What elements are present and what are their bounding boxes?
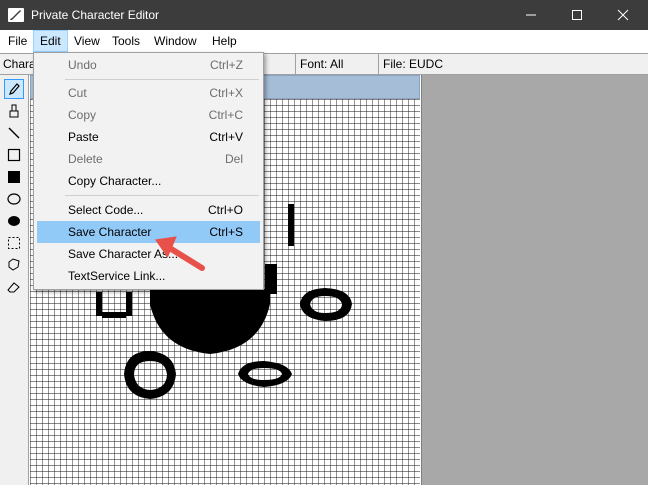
filled-rectangle-icon xyxy=(8,171,20,183)
menu-item-save-character-shortcut: Ctrl+S xyxy=(209,225,243,239)
menu-item-delete-shortcut: Del xyxy=(224,152,243,166)
maximize-button[interactable] xyxy=(554,0,600,30)
filled-rectangle-tool[interactable] xyxy=(4,167,24,187)
hollow-ellipse-icon xyxy=(7,193,21,205)
menu-tools[interactable]: Tools xyxy=(106,30,146,52)
menu-item-paste[interactable]: Paste Ctrl+V xyxy=(37,126,260,148)
character-code-label: Chara xyxy=(3,57,36,71)
menu-item-delete-label: Delete xyxy=(68,152,103,166)
close-button[interactable] xyxy=(600,0,646,30)
menu-item-select-code[interactable]: Select Code... Ctrl+O xyxy=(37,199,260,221)
filled-ellipse-tool[interactable] xyxy=(4,211,24,231)
freeform-selection-icon xyxy=(8,258,20,271)
pencil-tool[interactable] xyxy=(4,79,24,99)
menu-item-cut-label: Cut xyxy=(68,86,87,100)
menu-item-save-character-label: Save Character xyxy=(68,225,152,239)
eraser-tool[interactable] xyxy=(4,277,24,297)
menu-item-delete[interactable]: Delete Del xyxy=(37,148,260,170)
rectangular-selection-icon xyxy=(8,237,20,249)
menu-item-save-character[interactable]: Save Character Ctrl+S xyxy=(37,221,260,243)
menu-item-undo[interactable]: Undo Ctrl+Z xyxy=(37,54,260,76)
menu-item-paste-label: Paste xyxy=(68,130,99,144)
menu-item-copy-shortcut: Ctrl+C xyxy=(208,108,243,122)
window-title: Private Character Editor xyxy=(31,8,160,22)
hollow-ellipse-tool[interactable] xyxy=(4,189,24,209)
menu-item-cut[interactable]: Cut Ctrl+X xyxy=(37,82,260,104)
menu-item-undo-shortcut: Ctrl+Z xyxy=(210,58,243,72)
menu-item-paste-shortcut: Ctrl+V xyxy=(209,130,243,144)
menu-item-select-code-label: Select Code... xyxy=(68,203,144,217)
brush-icon xyxy=(9,104,19,118)
menu-item-copy[interactable]: Copy Ctrl+C xyxy=(37,104,260,126)
filled-ellipse-icon xyxy=(8,216,20,226)
menu-help[interactable]: Help xyxy=(206,30,243,52)
minimize-icon xyxy=(526,14,536,16)
pencil-icon xyxy=(9,83,20,95)
reference-pane xyxy=(421,75,648,485)
menu-separator xyxy=(65,79,259,80)
menu-item-select-code-shortcut: Ctrl+O xyxy=(207,203,243,217)
title-bar: Private Character Editor xyxy=(0,0,648,30)
menu-bar: File Edit View Tools Window Help xyxy=(0,30,648,52)
menu-edit[interactable]: Edit xyxy=(33,30,68,52)
brush-tool[interactable] xyxy=(4,101,24,121)
hollow-rectangle-tool[interactable] xyxy=(4,145,24,165)
app-icon xyxy=(8,8,24,22)
menu-item-cut-shortcut: Ctrl+X xyxy=(209,86,243,100)
drawing-toolbar xyxy=(0,75,29,485)
close-icon xyxy=(617,9,629,21)
menu-item-copy-character-label: Copy Character... xyxy=(68,174,162,188)
font-label: Font: All xyxy=(295,54,343,74)
menu-item-undo-label: Undo xyxy=(68,58,97,72)
line-icon xyxy=(8,127,20,139)
menu-item-textservice-link[interactable]: TextService Link... xyxy=(37,265,260,287)
menu-item-save-character-as[interactable]: Save Character As... xyxy=(37,243,260,265)
file-label: File: EUDC xyxy=(378,54,443,74)
menu-item-copy-label: Copy xyxy=(68,108,97,122)
menu-view[interactable]: View xyxy=(68,30,106,52)
edit-menu-dropdown: Undo Ctrl+Z Cut Ctrl+X Copy Ctrl+C Paste… xyxy=(33,52,264,290)
freeform-selection-tool[interactable] xyxy=(4,255,24,275)
minimize-button[interactable] xyxy=(508,0,554,30)
rectangular-selection-tool[interactable] xyxy=(4,233,24,253)
menu-file[interactable]: File xyxy=(2,30,33,52)
line-tool[interactable] xyxy=(4,123,24,143)
annotation-arrow-icon xyxy=(154,236,205,271)
menu-item-copy-character[interactable]: Copy Character... xyxy=(37,170,260,192)
menu-window[interactable]: Window xyxy=(148,30,203,52)
maximize-icon xyxy=(572,10,582,20)
eraser-icon xyxy=(7,282,20,293)
menu-separator xyxy=(65,195,259,196)
hollow-rectangle-icon xyxy=(7,148,21,162)
